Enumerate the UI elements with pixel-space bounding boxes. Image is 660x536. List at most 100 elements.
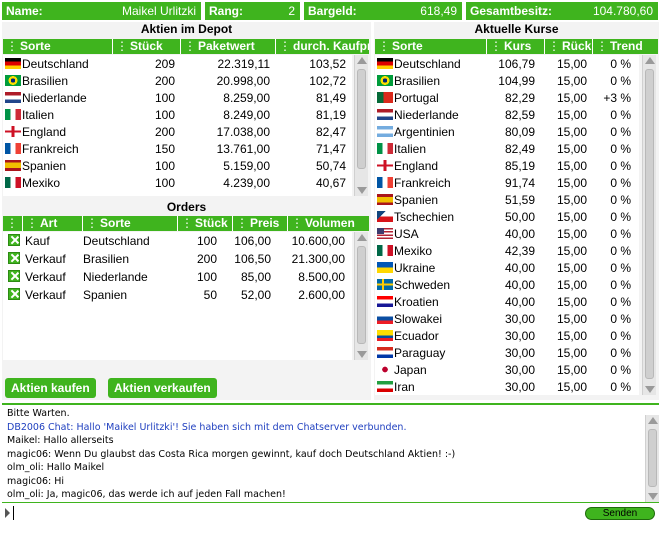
table-row[interactable]: Italien 100 8.249,00 81,19	[3, 106, 352, 123]
table-row[interactable]: England 85,19 15,00 0 %	[375, 157, 639, 174]
table-row[interactable]: Portugal 82,29 15,00 +3 %	[375, 89, 639, 106]
trend-cell: 0 %	[610, 158, 631, 173]
scroll-down-icon[interactable]	[648, 493, 658, 500]
aktien-verkaufen-button[interactable]: Aktien verkaufen	[108, 378, 217, 398]
trend-cell: 0 %	[610, 379, 631, 394]
kurs-cell: 40,00	[504, 260, 535, 275]
sorte-cell: Niederlande	[3, 91, 113, 105]
col-trend[interactable]: Trend	[593, 39, 658, 54]
rueckkauf-cell: 15,00	[556, 107, 587, 122]
name-box: Name: Maikel Urlitzki	[2, 2, 201, 20]
col-kaufpreis[interactable]: durch. Kaufpr.	[276, 39, 369, 54]
gesamtbesitz-value: 104.780,60	[592, 4, 653, 18]
table-row[interactable]: Verkauf Brasilien 200 106,50 21.300,00	[3, 250, 352, 268]
table-row[interactable]: Ecuador 30,00 15,00 0 %	[375, 327, 639, 344]
flag-sk-icon	[377, 312, 393, 324]
trend-cell: 0 %	[610, 328, 631, 343]
scroll-thumb[interactable]	[645, 69, 654, 379]
orders-scrollbar[interactable]	[354, 232, 368, 360]
chat-message: magic06: Wenn Du glaubst das Costa Rica …	[7, 448, 456, 460]
kurse-scrollbar[interactable]	[642, 55, 656, 395]
table-row[interactable]: Deutschland 106,79 15,00 0 %	[375, 55, 639, 72]
flag-ec-icon	[377, 329, 393, 341]
chat-message: Bitte Warten.	[7, 408, 70, 419]
table-row[interactable]: Japan 30,00 15,00 0 %	[375, 361, 639, 378]
kurs-cell: 80,09	[504, 124, 535, 139]
scroll-up-icon[interactable]	[357, 234, 367, 241]
table-row[interactable]: Mexiko 42,39 15,00 0 %	[375, 242, 639, 259]
scroll-down-icon[interactable]	[357, 351, 367, 358]
table-row[interactable]: Spanien 100 5.159,00 50,74	[3, 157, 352, 174]
cancel-order-icon[interactable]	[8, 287, 20, 300]
kurs-cell: 91,74	[504, 175, 535, 190]
cancel-order-icon[interactable]	[8, 233, 20, 246]
table-row[interactable]: Italien 82,49 15,00 0 %	[375, 140, 639, 157]
col-volumen[interactable]: Volumen	[288, 216, 369, 231]
table-row[interactable]: USA 40,00 15,00 0 %	[375, 225, 639, 242]
table-row[interactable]: Niederlande 82,59 15,00 0 %	[375, 106, 639, 123]
kurs-cell: 30,00	[504, 328, 535, 343]
table-row[interactable]: Niederlande 100 8.259,00 81,49	[3, 89, 352, 106]
col-kurs[interactable]: Kurs	[487, 39, 545, 54]
table-row[interactable]: Frankreich 91,74 15,00 0 %	[375, 174, 639, 191]
chat-scrollbar[interactable]	[645, 415, 659, 502]
orders-header: Art Sorte Stück Preis Volumen	[3, 216, 369, 231]
aktien-kaufen-button[interactable]: Aktien kaufen	[5, 378, 96, 398]
scroll-thumb[interactable]	[357, 69, 366, 169]
col-sorte[interactable]: Sorte	[375, 39, 487, 54]
col-stueck[interactable]: Stück	[178, 216, 233, 231]
col-rueckkauf[interactable]: Rückk.	[545, 39, 593, 54]
scroll-down-icon[interactable]	[357, 187, 367, 194]
scroll-down-icon[interactable]	[645, 386, 655, 393]
scroll-up-icon[interactable]	[645, 57, 655, 64]
col-sorte[interactable]: Sorte	[83, 216, 178, 231]
sorte-label: Paraguay	[394, 345, 446, 360]
table-row[interactable]: Verkauf Niederlande 100 85,00 8.500,00	[3, 268, 352, 286]
rueckkauf-cell: 15,00	[556, 192, 587, 207]
table-row[interactable]: Paraguay 30,00 15,00 0 %	[375, 344, 639, 361]
flag-it-icon	[377, 142, 393, 154]
depot-table: Deutschland 209 22.319,11 103,52 Brasilien 20…	[3, 55, 352, 196]
table-row[interactable]: Kauf Deutschland 100 106,00 10.600,00	[3, 232, 352, 250]
col-preis[interactable]: Preis	[233, 216, 288, 231]
depot-scrollbar[interactable]	[354, 55, 368, 196]
sorte-label: Tschechien	[394, 209, 455, 224]
sorte-label: Japan	[394, 362, 427, 377]
table-row[interactable]: Frankreich 150 13.761,00 71,47	[3, 140, 352, 157]
table-row[interactable]: England 200 17.038,00 82,47	[3, 123, 352, 140]
col-art[interactable]: Art	[23, 216, 83, 231]
col-paketwert[interactable]: Paketwert	[181, 39, 276, 54]
sorte-cell: Frankreich	[3, 142, 113, 156]
flag-de-icon	[5, 57, 21, 69]
rang-value: 2	[288, 4, 295, 18]
table-row[interactable]: Verkauf Spanien 50 52,00 2.600,00	[3, 286, 352, 304]
scroll-thumb[interactable]	[357, 246, 366, 344]
table-row[interactable]: Argentinien 80,09 15,00 0 %	[375, 123, 639, 140]
sorte-cell: Portugal	[375, 91, 479, 105]
table-row[interactable]: Ukraine 40,00 15,00 0 %	[375, 259, 639, 276]
trend-cell: 0 %	[610, 226, 631, 241]
table-row[interactable]: Iran 30,00 15,00 0 %	[375, 378, 639, 395]
bargeld-label: Bargeld:	[308, 4, 357, 18]
col-stueck[interactable]: Stück	[113, 39, 181, 54]
chat-input[interactable]	[13, 506, 573, 520]
scroll-up-icon[interactable]	[357, 57, 367, 64]
scroll-up-icon[interactable]	[648, 417, 658, 424]
table-row[interactable]: Mexiko 100 4.239,00 40,67	[3, 174, 352, 191]
cancel-order-icon[interactable]	[8, 269, 20, 282]
table-row[interactable]: Spanien 51,59 15,00 0 %	[375, 191, 639, 208]
table-row[interactable]: Tschechien 50,00 15,00 0 %	[375, 208, 639, 225]
rueckkauf-cell: 15,00	[556, 243, 587, 258]
table-row[interactable]: Kroatien 40,00 15,00 0 %	[375, 293, 639, 310]
col-sorte[interactable]: Sorte	[3, 39, 113, 54]
table-row[interactable]: Slowakei 30,00 15,00 0 %	[375, 310, 639, 327]
table-row[interactable]: Brasilien 200 20.998,00 102,72	[3, 72, 352, 89]
table-row[interactable]: Deutschland 209 22.319,11 103,52	[3, 55, 352, 72]
table-row[interactable]: Schweden 40,00 15,00 0 %	[375, 276, 639, 293]
table-row[interactable]: Brasilien 104,99 15,00 0 %	[375, 72, 639, 89]
scroll-thumb[interactable]	[648, 429, 657, 487]
cancel-order-icon[interactable]	[8, 251, 20, 264]
kurs-cell: 104,99	[498, 73, 535, 88]
send-button[interactable]: Senden	[585, 507, 655, 520]
sorte-label: Brasilien	[394, 73, 441, 88]
